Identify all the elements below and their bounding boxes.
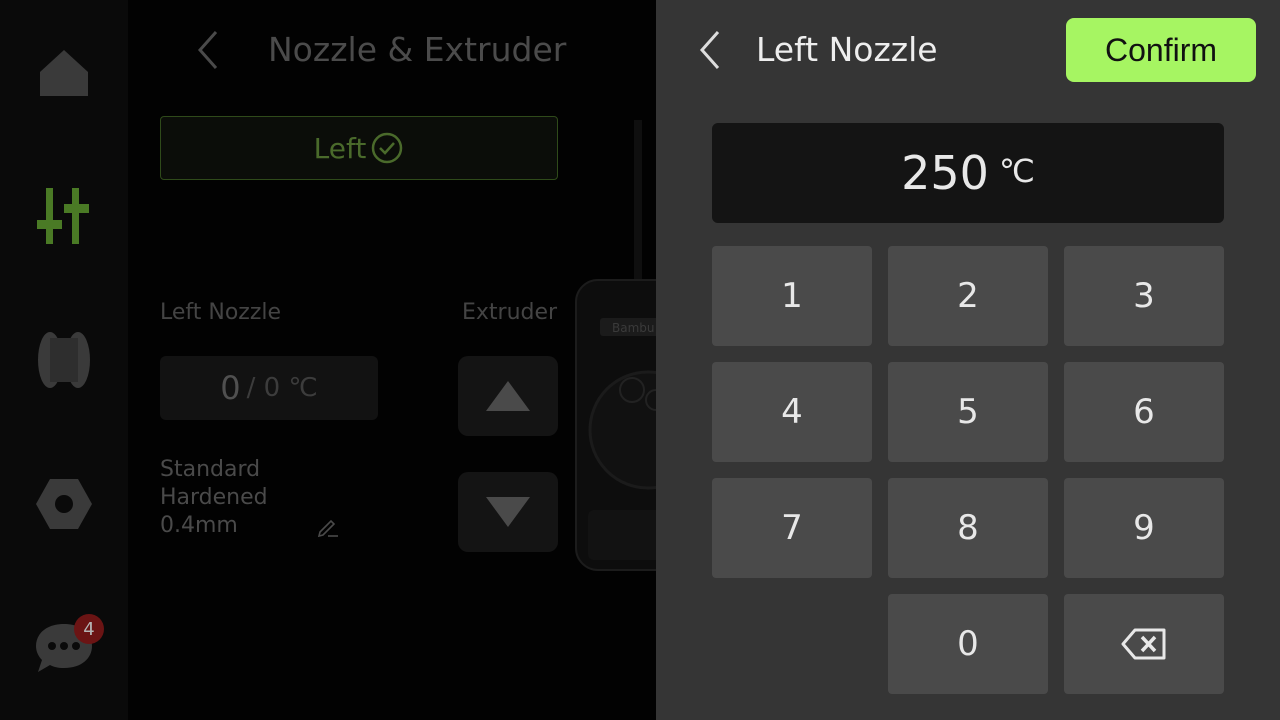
nozzle-temp-target: / 0 ℃ — [246, 373, 318, 403]
extruder-brand-text: Bambu — [612, 321, 655, 335]
nozzle-diameter: 0.4mm — [160, 513, 238, 538]
hex-nut-icon — [36, 479, 92, 529]
key-3[interactable]: 3 — [1064, 246, 1224, 346]
tab-left-label: Left — [313, 131, 367, 165]
nozzle-material: Hardened — [160, 485, 268, 510]
panel-back-arrow-icon[interactable] — [692, 28, 728, 72]
sidebar-item-filament[interactable] — [24, 320, 104, 400]
extruder-label: Extruder — [462, 300, 558, 325]
edit-pencil-icon[interactable] — [316, 514, 340, 538]
temperature-keypad-panel: Left Nozzle Confirm 250 ℃ 1 2 3 4 5 6 7 … — [656, 0, 1280, 720]
sliders-icon — [37, 188, 89, 244]
extrude-down-button[interactable] — [458, 472, 558, 552]
key-0[interactable]: 0 — [888, 594, 1048, 694]
nozzle-type: Standard — [160, 457, 261, 482]
sidebar-item-home[interactable] — [24, 32, 104, 112]
key-9[interactable]: 9 — [1064, 478, 1224, 578]
sidebar-item-controls[interactable] — [24, 176, 104, 256]
panel-title: Left Nozzle — [756, 30, 938, 69]
back-arrow-icon[interactable] — [188, 28, 228, 72]
extruder-image: Bambu — [575, 120, 656, 571]
messages-badge: 4 — [74, 614, 104, 644]
triangle-down-icon — [486, 497, 530, 527]
spool-icon — [38, 332, 90, 388]
check-circle-icon — [372, 132, 403, 164]
key-4[interactable]: 4 — [712, 362, 872, 462]
temperature-value: 250 — [901, 146, 989, 200]
key-6[interactable]: 6 — [1064, 362, 1224, 462]
backspace-icon — [1121, 628, 1166, 660]
nozzle-extruder-screen: Nozzle & Extruder Left Left Nozzle Extru… — [128, 0, 656, 720]
left-nozzle-label: Left Nozzle — [160, 300, 282, 325]
backspace-key[interactable] — [1064, 594, 1224, 694]
extrude-up-button[interactable] — [458, 356, 558, 436]
nozzle-temp-field[interactable]: 0 / 0 ℃ — [160, 356, 378, 420]
key-7[interactable]: 7 — [712, 478, 872, 578]
triangle-up-icon — [486, 381, 530, 411]
home-icon — [40, 50, 88, 96]
nozzle-info: Standard Hardened 0.4mm — [160, 456, 268, 540]
key-5[interactable]: 5 — [888, 362, 1048, 462]
page-title: Nozzle & Extruder — [268, 30, 567, 69]
sidebar-item-settings[interactable] — [24, 464, 104, 544]
key-8[interactable]: 8 — [888, 478, 1048, 578]
temperature-display: 250 ℃ — [712, 123, 1224, 223]
key-2[interactable]: 2 — [888, 246, 1048, 346]
temperature-unit: ℃ — [998, 152, 1035, 190]
nozzle-temp-current: 0 — [220, 369, 241, 407]
tab-left-nozzle[interactable]: Left — [160, 116, 558, 180]
confirm-button[interactable]: Confirm — [1066, 18, 1256, 82]
key-1[interactable]: 1 — [712, 246, 872, 346]
sidebar: 4 — [0, 0, 128, 720]
